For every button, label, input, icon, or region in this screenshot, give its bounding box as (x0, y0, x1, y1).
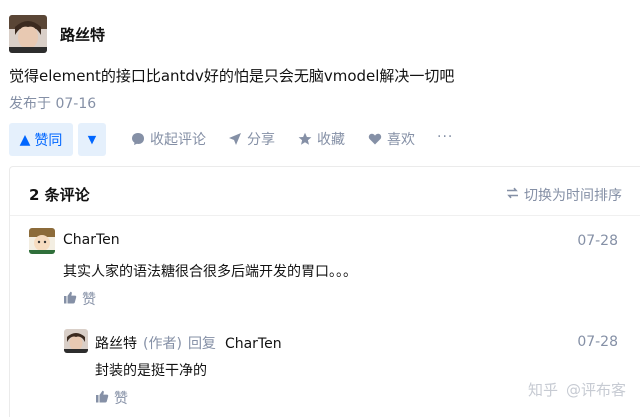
star-icon (298, 132, 312, 146)
like-label: 喜欢 (387, 132, 415, 148)
collapse-comments-button[interactable]: 收起评论 (131, 129, 206, 149)
comment-count: 2 条评论 (29, 186, 90, 204)
triangle-down-icon: ▼ (87, 133, 97, 146)
favorite-button[interactable]: 收藏 (298, 129, 345, 149)
like-button[interactable]: 喜欢 (368, 129, 415, 149)
reply-content: 封装的是挺干净的 (95, 363, 207, 379)
reply-header: 路丝特 (作者) 回复 CharTen (95, 333, 282, 353)
share-label: 分享 (247, 132, 275, 148)
vote-down-button[interactable]: ▼ (78, 123, 106, 156)
sort-toggle-button[interactable]: 切换为时间排序 (506, 185, 622, 205)
watermark: 知乎 @评布客 (528, 379, 626, 400)
vote-up-button[interactable]: ▲ 赞同 (9, 123, 73, 156)
answer-content: 觉得element的接口比antdv好的怕是只会无脑vmodel解决一切吧 (9, 67, 455, 85)
comment-icon (131, 132, 145, 146)
comment-author[interactable]: CharTen (63, 232, 120, 248)
reply-word: 回复 (187, 336, 216, 352)
sort-toggle-label: 切换为时间排序 (524, 188, 622, 204)
author-badge: (作者) (143, 336, 182, 352)
comment-like-label: 赞 (82, 292, 96, 308)
favorite-label: 收藏 (317, 132, 345, 148)
comment-like-button[interactable]: 赞 (63, 289, 96, 309)
reply-target[interactable]: CharTen (225, 336, 282, 352)
comment-content: 其实人家的语法糖很合很多后端开发的胃口。。。 (63, 264, 357, 280)
commenter-avatar[interactable] (29, 228, 55, 254)
reply-author[interactable]: 路丝特 (95, 333, 137, 353)
triangle-up-icon: ▲ (19, 131, 31, 148)
vote-up-label: 赞同 (34, 132, 63, 149)
watermark-handle: @评布客 (565, 381, 626, 399)
thumbs-up-icon (63, 291, 77, 308)
reply-time: 07-28 (577, 334, 618, 350)
share-button[interactable]: 分享 (228, 129, 275, 149)
heart-icon (368, 132, 382, 146)
author-avatar[interactable] (9, 15, 47, 53)
publish-time[interactable]: 发布于 07-16 (9, 93, 96, 113)
reply-author-avatar[interactable] (64, 329, 88, 353)
more-icon: ··· (437, 129, 454, 145)
collapse-comments-label: 收起评论 (150, 132, 206, 148)
author-name[interactable]: 路丝特 (60, 24, 105, 45)
swap-icon (506, 187, 519, 203)
divider (10, 215, 640, 216)
reply-like-label: 赞 (114, 391, 128, 407)
share-icon (228, 132, 242, 146)
more-button[interactable]: ··· (437, 129, 453, 145)
comment-time: 07-28 (577, 233, 618, 249)
watermark-brand: 知乎 (527, 381, 558, 399)
thumbs-up-icon (95, 390, 109, 407)
reply-like-button[interactable]: 赞 (95, 388, 128, 408)
